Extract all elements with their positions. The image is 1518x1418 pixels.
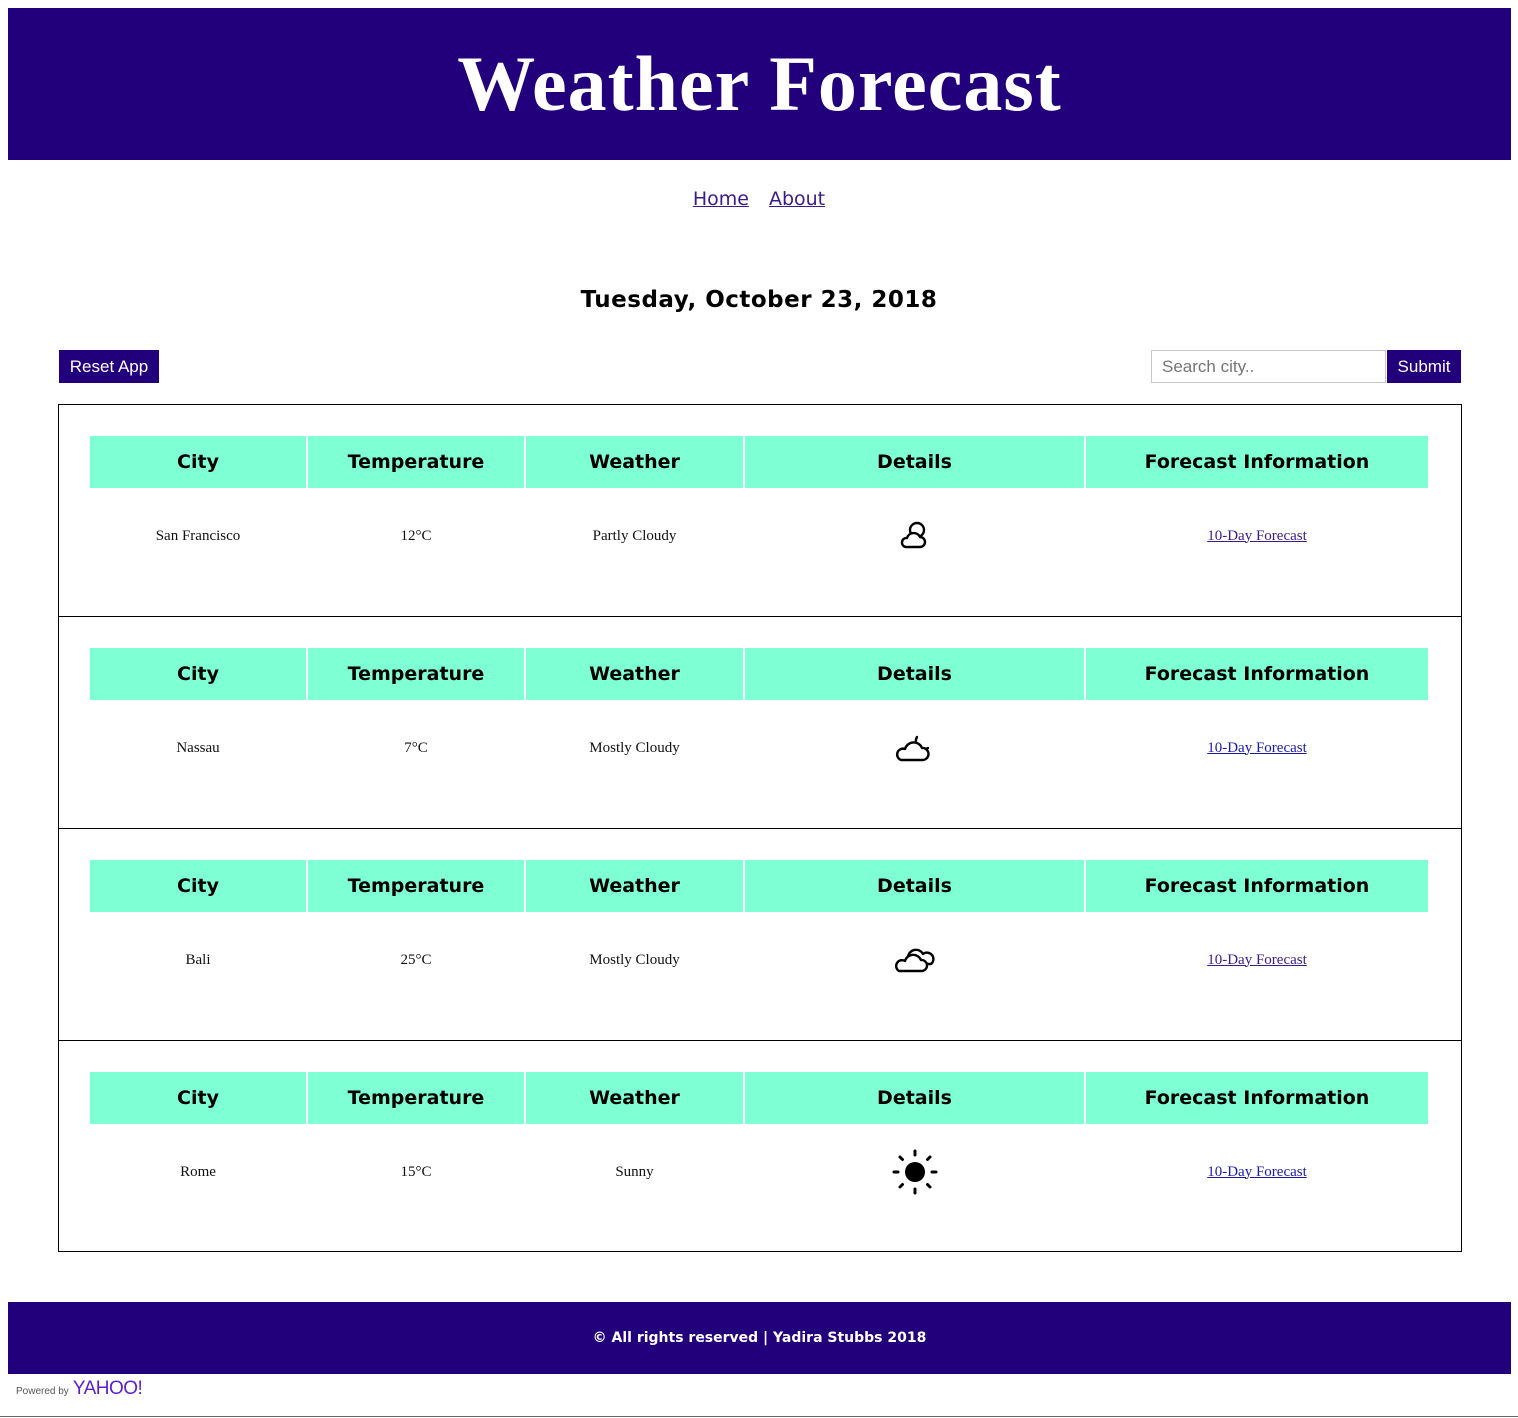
table-header-row: City Temperature Weather Details Forecas… — [90, 648, 1430, 700]
footer-copyright: © All rights reserved | Yadira Stubbs 20… — [592, 1330, 927, 1346]
header-details: Details — [745, 1072, 1084, 1124]
cloud-moon-icon — [895, 735, 930, 762]
nav-about-link[interactable]: About — [769, 188, 825, 210]
powered-by-label: Powered by — [16, 1386, 69, 1397]
current-date: Tuesday, October 23, 2018 — [580, 287, 938, 313]
city-card: City Temperature Weather Details Forecas… — [58, 1040, 1462, 1252]
city-name: Nassau — [176, 739, 220, 756]
temperature-value: 7°C — [404, 739, 428, 756]
header-weather: Weather — [526, 436, 743, 488]
city-name: Bali — [185, 951, 211, 968]
header-forecast-information: Forecast Information — [1086, 1072, 1428, 1124]
page-title: Weather Forecast — [457, 40, 1062, 127]
details-cell — [745, 937, 1084, 983]
page-footer: © All rights reserved | Yadira Stubbs 20… — [8, 1302, 1511, 1374]
table-row: Rome 15°C Sunny 10-Day Forecast — [90, 1149, 1430, 1195]
reset-app-button[interactable]: Reset App — [59, 350, 159, 383]
sun-icon — [892, 1149, 937, 1195]
main-nav: Home About — [0, 188, 1518, 210]
ten-day-forecast-link[interactable]: 10-Day Forecast — [1207, 952, 1307, 969]
ten-day-forecast-link[interactable]: 10-Day Forecast — [1207, 528, 1307, 545]
header-city: City — [90, 436, 306, 488]
table-row: Bali 25°C Mostly Cloudy 10-Day Forecast — [90, 937, 1430, 983]
table-header-row: City Temperature Weather Details Forecas… — [90, 436, 1430, 488]
search-city-input[interactable] — [1151, 350, 1386, 383]
header-weather: Weather — [526, 1072, 743, 1124]
table-row: Nassau 7°C Mostly Cloudy 10-Day Forecast — [90, 725, 1430, 771]
forecast-cell: 10-Day Forecast — [1086, 1149, 1428, 1195]
forecast-cell: 10-Day Forecast — [1086, 937, 1428, 983]
ten-day-forecast-link[interactable]: 10-Day Forecast — [1207, 1164, 1307, 1181]
table-header-row: City Temperature Weather Details Forecas… — [90, 1072, 1430, 1124]
weather-condition: Sunny — [615, 1163, 654, 1180]
table-row: San Francisco 12°C Partly Cloudy 10-Day … — [90, 513, 1430, 559]
weather-condition: Mostly Cloudy — [589, 951, 680, 968]
header-details: Details — [745, 436, 1084, 488]
yahoo-logo: YAHOO! — [72, 1378, 143, 1399]
header-city: City — [90, 860, 306, 912]
city-card: City Temperature Weather Details Forecas… — [58, 616, 1462, 829]
header-forecast-information: Forecast Information — [1086, 860, 1428, 912]
details-cell — [745, 513, 1084, 559]
forecast-cell: 10-Day Forecast — [1086, 725, 1428, 771]
submit-button[interactable]: Submit — [1387, 350, 1461, 383]
header-city: City — [90, 648, 306, 700]
details-cell — [745, 1149, 1084, 1195]
details-cell — [745, 725, 1084, 771]
weather-condition: Mostly Cloudy — [589, 739, 680, 756]
header-temperature: Temperature — [308, 860, 524, 912]
nav-home-link[interactable]: Home — [693, 188, 749, 210]
partly-cloudy-icon — [900, 521, 926, 549]
temperature-value: 15°C — [400, 1163, 432, 1180]
header-city: City — [90, 1072, 306, 1124]
forecast-cell: 10-Day Forecast — [1086, 513, 1428, 559]
powered-by-yahoo[interactable]: Powered by YAHOO! — [16, 1378, 143, 1400]
page-header: Weather Forecast — [8, 8, 1511, 160]
header-details: Details — [745, 648, 1084, 700]
bottom-divider — [0, 1416, 1518, 1417]
city-card: City Temperature Weather Details Forecas… — [58, 828, 1462, 1041]
city-card: City Temperature Weather Details Forecas… — [58, 404, 1462, 617]
weather-condition: Partly Cloudy — [592, 527, 677, 544]
city-name: San Francisco — [155, 527, 241, 544]
header-weather: Weather — [526, 648, 743, 700]
temperature-value: 12°C — [400, 527, 432, 544]
table-header-row: City Temperature Weather Details Forecas… — [90, 860, 1430, 912]
header-details: Details — [745, 860, 1084, 912]
header-weather: Weather — [526, 860, 743, 912]
header-temperature: Temperature — [308, 436, 524, 488]
ten-day-forecast-link[interactable]: 10-Day Forecast — [1207, 740, 1307, 757]
header-forecast-information: Forecast Information — [1086, 436, 1428, 488]
header-temperature: Temperature — [308, 648, 524, 700]
header-temperature: Temperature — [308, 1072, 524, 1124]
temperature-value: 25°C — [400, 951, 432, 968]
clouds-icon — [894, 948, 935, 973]
header-forecast-information: Forecast Information — [1086, 648, 1428, 700]
city-name: Rome — [180, 1163, 216, 1180]
